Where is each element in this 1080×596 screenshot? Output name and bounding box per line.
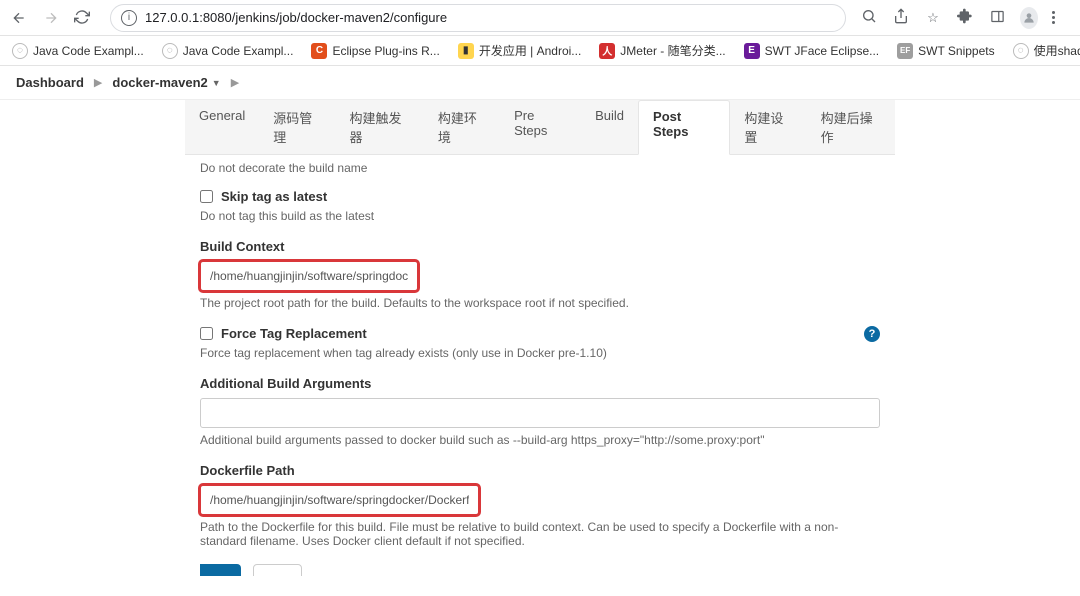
favicon-icon: C xyxy=(311,43,327,59)
build-context-label: Build Context xyxy=(200,239,880,254)
favicon-icon: ▮ xyxy=(458,43,474,59)
tab-triggers[interactable]: 构建触发器 xyxy=(336,100,424,154)
form-area: Do not decorate the build name Skip tag … xyxy=(0,155,1080,596)
tab-settings[interactable]: 构建设置 xyxy=(730,100,806,154)
force-tag-help: Force tag replacement when tag already e… xyxy=(200,346,880,360)
additional-args-section: Additional Build Arguments Additional bu… xyxy=(200,376,880,447)
profile-avatar[interactable] xyxy=(1020,7,1038,29)
favicon-icon: EF xyxy=(897,43,913,59)
tab-general[interactable]: General xyxy=(185,100,259,154)
bookmark-item[interactable]: 人JMeter - 随笔分类... xyxy=(599,42,725,59)
bookmark-item[interactable]: CEclipse Plug-ins R... xyxy=(311,43,439,59)
tab-poststeps[interactable]: Post Steps xyxy=(638,100,730,155)
favicon-icon: E xyxy=(744,43,760,59)
back-button[interactable] xyxy=(10,9,28,27)
dockerfile-label: Dockerfile Path xyxy=(200,463,880,478)
breadcrumb-job[interactable]: docker-maven2 ▼ xyxy=(112,75,220,90)
config-tabs: General 源码管理 构建触发器 构建环境 Pre Steps Build … xyxy=(185,100,895,155)
build-context-help: The project root path for the build. Def… xyxy=(200,296,880,310)
additional-args-label: Additional Build Arguments xyxy=(200,376,880,391)
tab-presteps[interactable]: Pre Steps xyxy=(500,100,581,154)
refresh-button[interactable] xyxy=(74,9,92,27)
breadcrumb-dashboard[interactable]: Dashboard xyxy=(16,75,84,90)
tab-env[interactable]: 构建环境 xyxy=(424,100,500,154)
skip-tag-help: Do not tag this build as the latest xyxy=(200,209,880,223)
bookmark-item[interactable]: ▮开发应用 | Androi... xyxy=(458,42,581,59)
skip-decorate-help: Do not decorate the build name xyxy=(200,161,880,175)
save-button[interactable] xyxy=(200,564,241,576)
extensions-icon[interactable] xyxy=(956,8,974,27)
panel-icon[interactable] xyxy=(988,9,1006,27)
skip-tag-checkbox-row[interactable]: Skip tag as latest xyxy=(200,189,880,204)
tab-scm[interactable]: 源码管理 xyxy=(259,100,335,154)
toolbar-right-icons: ☆ xyxy=(860,7,1070,29)
help-icon[interactable]: ? xyxy=(864,326,880,342)
star-icon[interactable]: ☆ xyxy=(924,10,942,26)
address-bar[interactable]: i 127.0.0.1:8080/jenkins/job/docker-mave… xyxy=(110,4,846,32)
chevron-right-icon: ▶ xyxy=(231,76,239,89)
skip-tag-section: Skip tag as latest Do not tag this build… xyxy=(200,189,880,223)
dockerfile-help: Path to the Dockerfile for this build. F… xyxy=(200,520,880,548)
forward-button[interactable] xyxy=(42,9,60,27)
globe-icon: ◌ xyxy=(12,43,28,59)
apply-button[interactable] xyxy=(253,564,303,576)
menu-icon[interactable] xyxy=(1052,11,1070,24)
browser-toolbar: i 127.0.0.1:8080/jenkins/job/docker-mave… xyxy=(0,0,1080,36)
globe-icon: ◌ xyxy=(162,43,178,59)
tab-build[interactable]: Build xyxy=(581,100,638,154)
force-tag-checkbox[interactable] xyxy=(200,327,213,340)
skip-tag-label: Skip tag as latest xyxy=(221,189,327,204)
chevron-right-icon: ▶ xyxy=(94,76,102,89)
bookmark-item[interactable]: ◌Java Code Exampl... xyxy=(162,43,294,59)
bookmark-item[interactable]: EFSWT Snippets xyxy=(897,43,994,59)
dockerfile-section: Dockerfile Path Path to the Dockerfile f… xyxy=(200,463,880,548)
skip-tag-checkbox[interactable] xyxy=(200,190,213,203)
bookmark-item[interactable]: ◌Java Code Exampl... xyxy=(12,43,144,59)
breadcrumb: Dashboard ▶ docker-maven2 ▼ ▶ xyxy=(0,66,1080,100)
site-info-icon[interactable]: i xyxy=(121,10,137,26)
force-tag-label: Force Tag Replacement xyxy=(221,326,367,341)
build-context-input[interactable] xyxy=(200,261,418,291)
build-context-section: Build Context The project root path for … xyxy=(200,239,880,310)
url-text: 127.0.0.1:8080/jenkins/job/docker-maven2… xyxy=(145,10,447,25)
additional-args-help: Additional build arguments passed to doc… xyxy=(200,433,880,447)
force-tag-section: ? Force Tag Replacement Force tag replac… xyxy=(200,326,880,360)
favicon-icon: 人 xyxy=(599,43,615,59)
search-icon[interactable] xyxy=(860,8,878,27)
share-icon[interactable] xyxy=(892,8,910,27)
dockerfile-input[interactable] xyxy=(200,485,479,515)
additional-args-input[interactable] xyxy=(200,398,880,428)
force-tag-checkbox-row[interactable]: Force Tag Replacement xyxy=(200,326,880,341)
action-buttons xyxy=(200,564,880,576)
globe-icon: ◌ xyxy=(1013,43,1029,59)
bookmark-item[interactable]: ESWT JFace Eclipse... xyxy=(744,43,879,59)
tab-postactions[interactable]: 构建后操作 xyxy=(807,100,895,154)
bookmark-item[interactable]: ◌使用shadowsocks... xyxy=(1013,42,1080,59)
chevron-down-icon: ▼ xyxy=(212,78,221,88)
bookmarks-bar: ◌Java Code Exampl... ◌Java Code Exampl..… xyxy=(0,36,1080,66)
